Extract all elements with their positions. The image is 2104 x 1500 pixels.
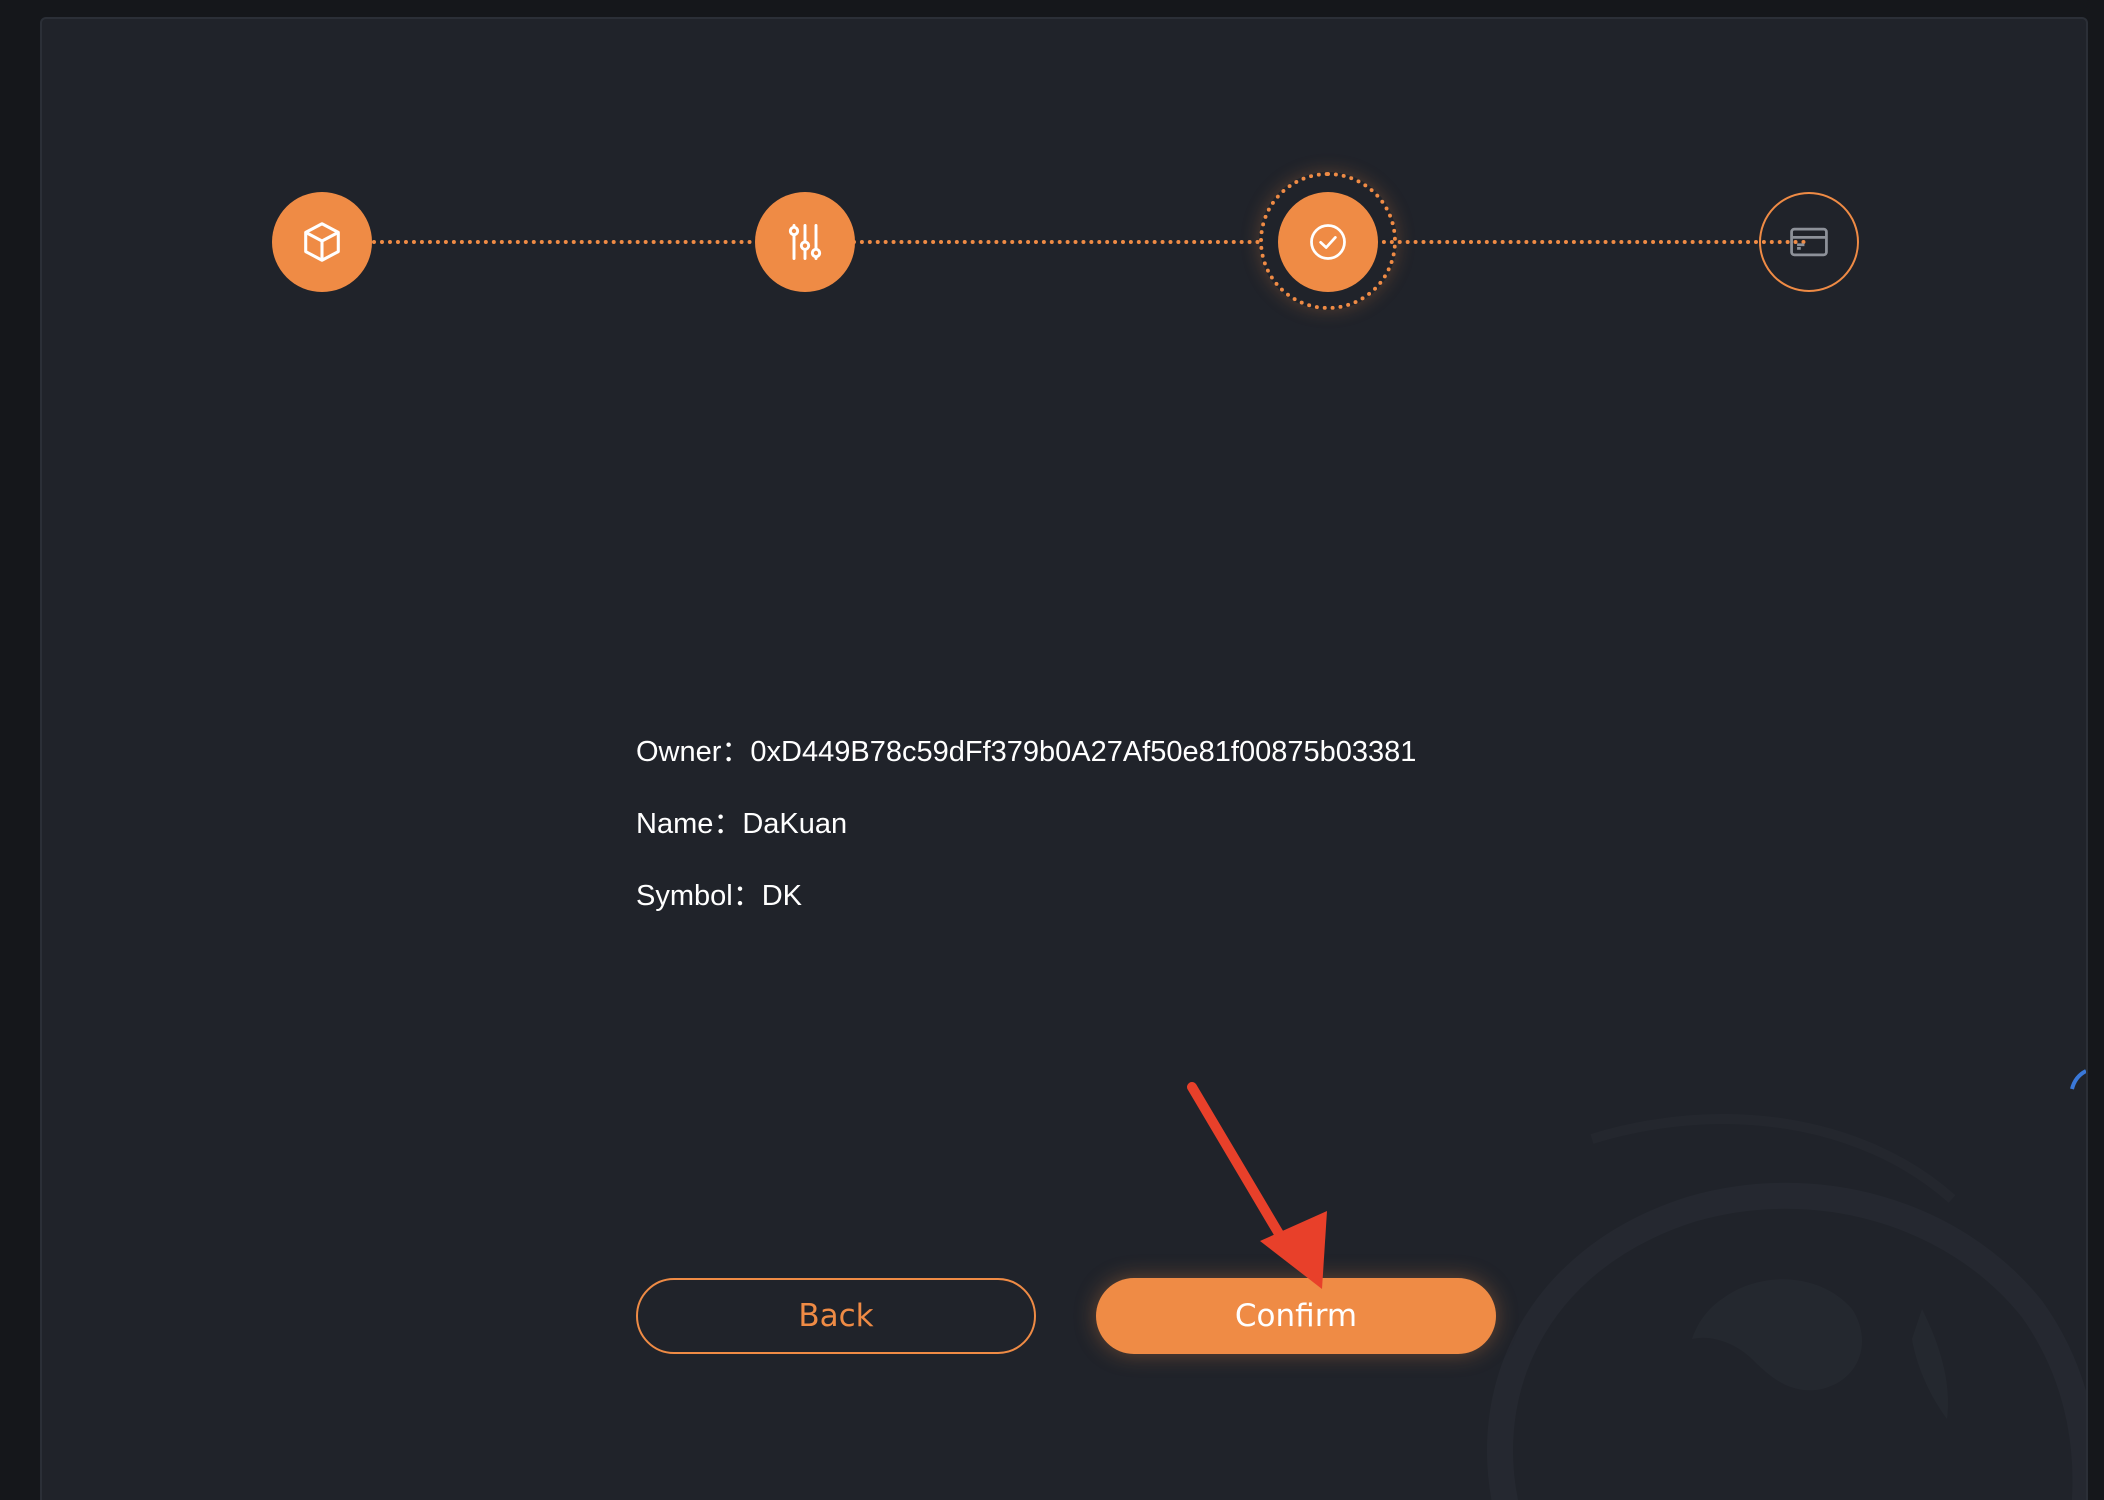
check-circle-icon xyxy=(1310,224,1346,260)
owner-value: Owner：0xD449B78c59dFf379b0A27Af50e81f008… xyxy=(636,736,1417,768)
stepper-connector xyxy=(372,240,752,244)
name-value: Name：DaKuan xyxy=(636,808,848,840)
back-button[interactable]: Back xyxy=(636,1278,1036,1354)
step-2-settings[interactable] xyxy=(755,192,855,292)
symbol-value: Symbol：DK xyxy=(636,880,802,912)
cube-icon xyxy=(304,222,340,262)
step-1-contract[interactable] xyxy=(272,192,372,292)
confirm-button[interactable]: Confirm xyxy=(1096,1278,1496,1354)
watermark-logo-icon xyxy=(1487,1114,2086,1500)
token-summary: Owner：0xD449B78c59dFf379b0A27Af50e81f008… xyxy=(636,734,1416,950)
step-4-deploy[interactable] xyxy=(1759,192,1859,292)
wizard-panel: Owner：0xD449B78c59dFf379b0A27Af50e81f008… xyxy=(40,17,2088,1500)
progress-stepper xyxy=(42,19,2086,339)
sliders-icon xyxy=(788,224,822,260)
app-window: Owner：0xD449B78c59dFf379b0A27Af50e81f008… xyxy=(0,0,2104,1500)
edge-swoosh-icon xyxy=(2070,1069,2086,1090)
stepper-connector xyxy=(852,240,1260,244)
annotation-arrow-icon xyxy=(1187,1082,1327,1289)
stepper-connector xyxy=(1374,240,1806,244)
card-icon xyxy=(1790,227,1828,257)
step-3-confirm[interactable] xyxy=(1278,192,1378,292)
